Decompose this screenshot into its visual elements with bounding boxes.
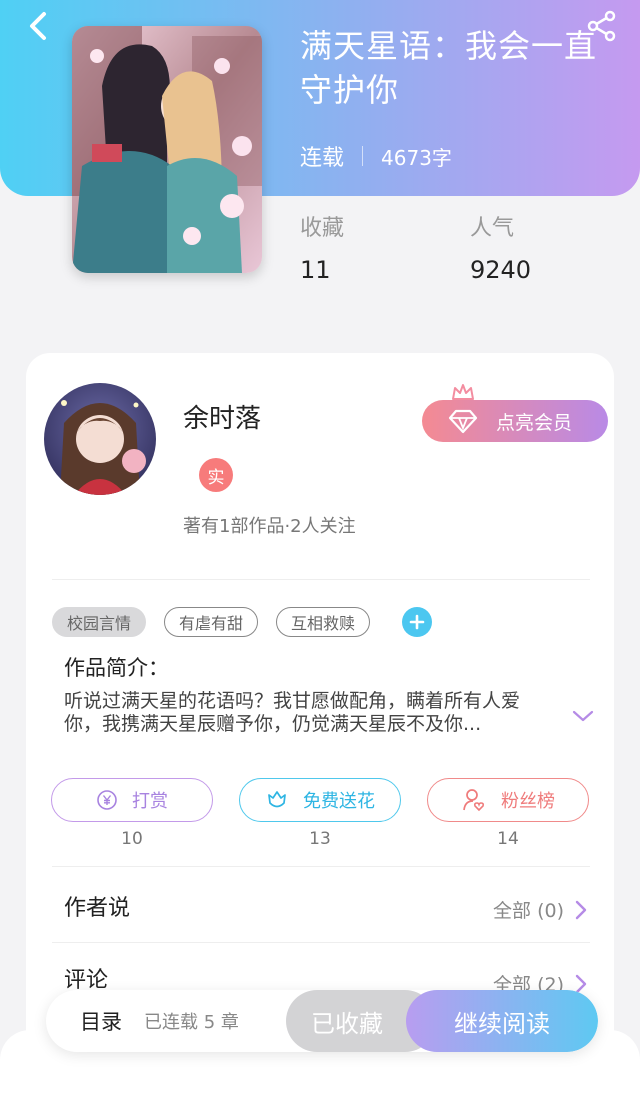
vip-button[interactable]: 点亮会员 (422, 400, 608, 442)
plus-icon (409, 614, 425, 630)
divider (52, 942, 590, 943)
author-says-label: 作者说 (64, 896, 131, 921)
flower-icon (265, 788, 289, 812)
divider (52, 579, 590, 580)
fan-ranking-label: 粉丝榜 (501, 791, 555, 812)
tag-chip[interactable]: 有虐有甜 (164, 607, 259, 637)
favorites-stat: 收藏 11 (300, 210, 344, 284)
reward-label: 打赏 (132, 791, 168, 812)
back-button[interactable] (20, 8, 56, 44)
crown-icon (452, 384, 474, 400)
vip-button-wrap[interactable]: 点亮会员 (422, 382, 608, 442)
author-meta: 著有1部作品·2人关注 (183, 516, 356, 537)
book-status-row: 连载 4673字 (300, 140, 452, 172)
divider (362, 146, 364, 166)
intro-title: 作品简介： (64, 656, 169, 680)
verified-badge: 实 (199, 458, 233, 492)
tag-list: 校园言情 有虐有甜 互相救赎 (52, 607, 433, 637)
diamond-icon (448, 409, 478, 434)
author-says-all-link[interactable]: 全部 (0) (493, 896, 588, 923)
intro-text: 听说过满天星的花语吗？我甘愿做配角，瞒着所有人爱你，我携满天星辰赠予你，仍觉满天… (64, 690, 521, 735)
send-flower-count: 13 (309, 829, 331, 849)
popularity-value: 9240 (470, 256, 532, 284)
fan-ranking-count: 14 (497, 829, 519, 849)
chevron-right-icon (574, 899, 588, 921)
continue-reading-button[interactable]: 继续阅读 (406, 990, 598, 1052)
add-tag-button[interactable] (402, 607, 433, 637)
word-count: 4673字 (381, 145, 452, 170)
reward-button[interactable]: 打赏 (51, 778, 213, 822)
favorites-value: 11 (300, 256, 331, 284)
vip-button-label: 点亮会员 (496, 411, 573, 434)
serial-status: 连载 (300, 146, 345, 171)
favorites-label: 收藏 (300, 216, 345, 241)
yen-coin-icon (96, 789, 118, 811)
book-title: 满天星语：我会一直守护你 (300, 27, 598, 109)
author-name[interactable]: 余时落 (183, 398, 261, 435)
send-flower-button[interactable]: 免费送花 (239, 778, 401, 822)
chevron-left-icon (30, 12, 46, 40)
bottom-action-bar: 目录 已连载 5 章 已收藏 继续阅读 (46, 990, 598, 1052)
popularity-stat: 人气 9240 (470, 210, 531, 284)
toc-button[interactable]: 目录 (80, 1006, 122, 1036)
fan-ranking-button[interactable]: 粉丝榜 (427, 778, 589, 822)
reward-count: 10 (121, 829, 143, 849)
send-flower-label: 免费送花 (303, 791, 375, 812)
user-heart-icon (461, 787, 487, 813)
author-says-count: 全部 (0) (493, 900, 564, 922)
expand-intro-button[interactable] (571, 708, 595, 728)
tag-chip[interactable]: 互相救赎 (276, 607, 371, 637)
popularity-label: 人气 (470, 216, 515, 241)
tag-chip[interactable]: 校园言情 (52, 607, 147, 637)
chevron-down-icon (572, 710, 594, 722)
book-cover-image[interactable] (72, 26, 262, 273)
chapter-count: 已连载 5 章 (144, 1012, 239, 1033)
divider (52, 866, 590, 867)
author-avatar[interactable] (44, 383, 156, 495)
